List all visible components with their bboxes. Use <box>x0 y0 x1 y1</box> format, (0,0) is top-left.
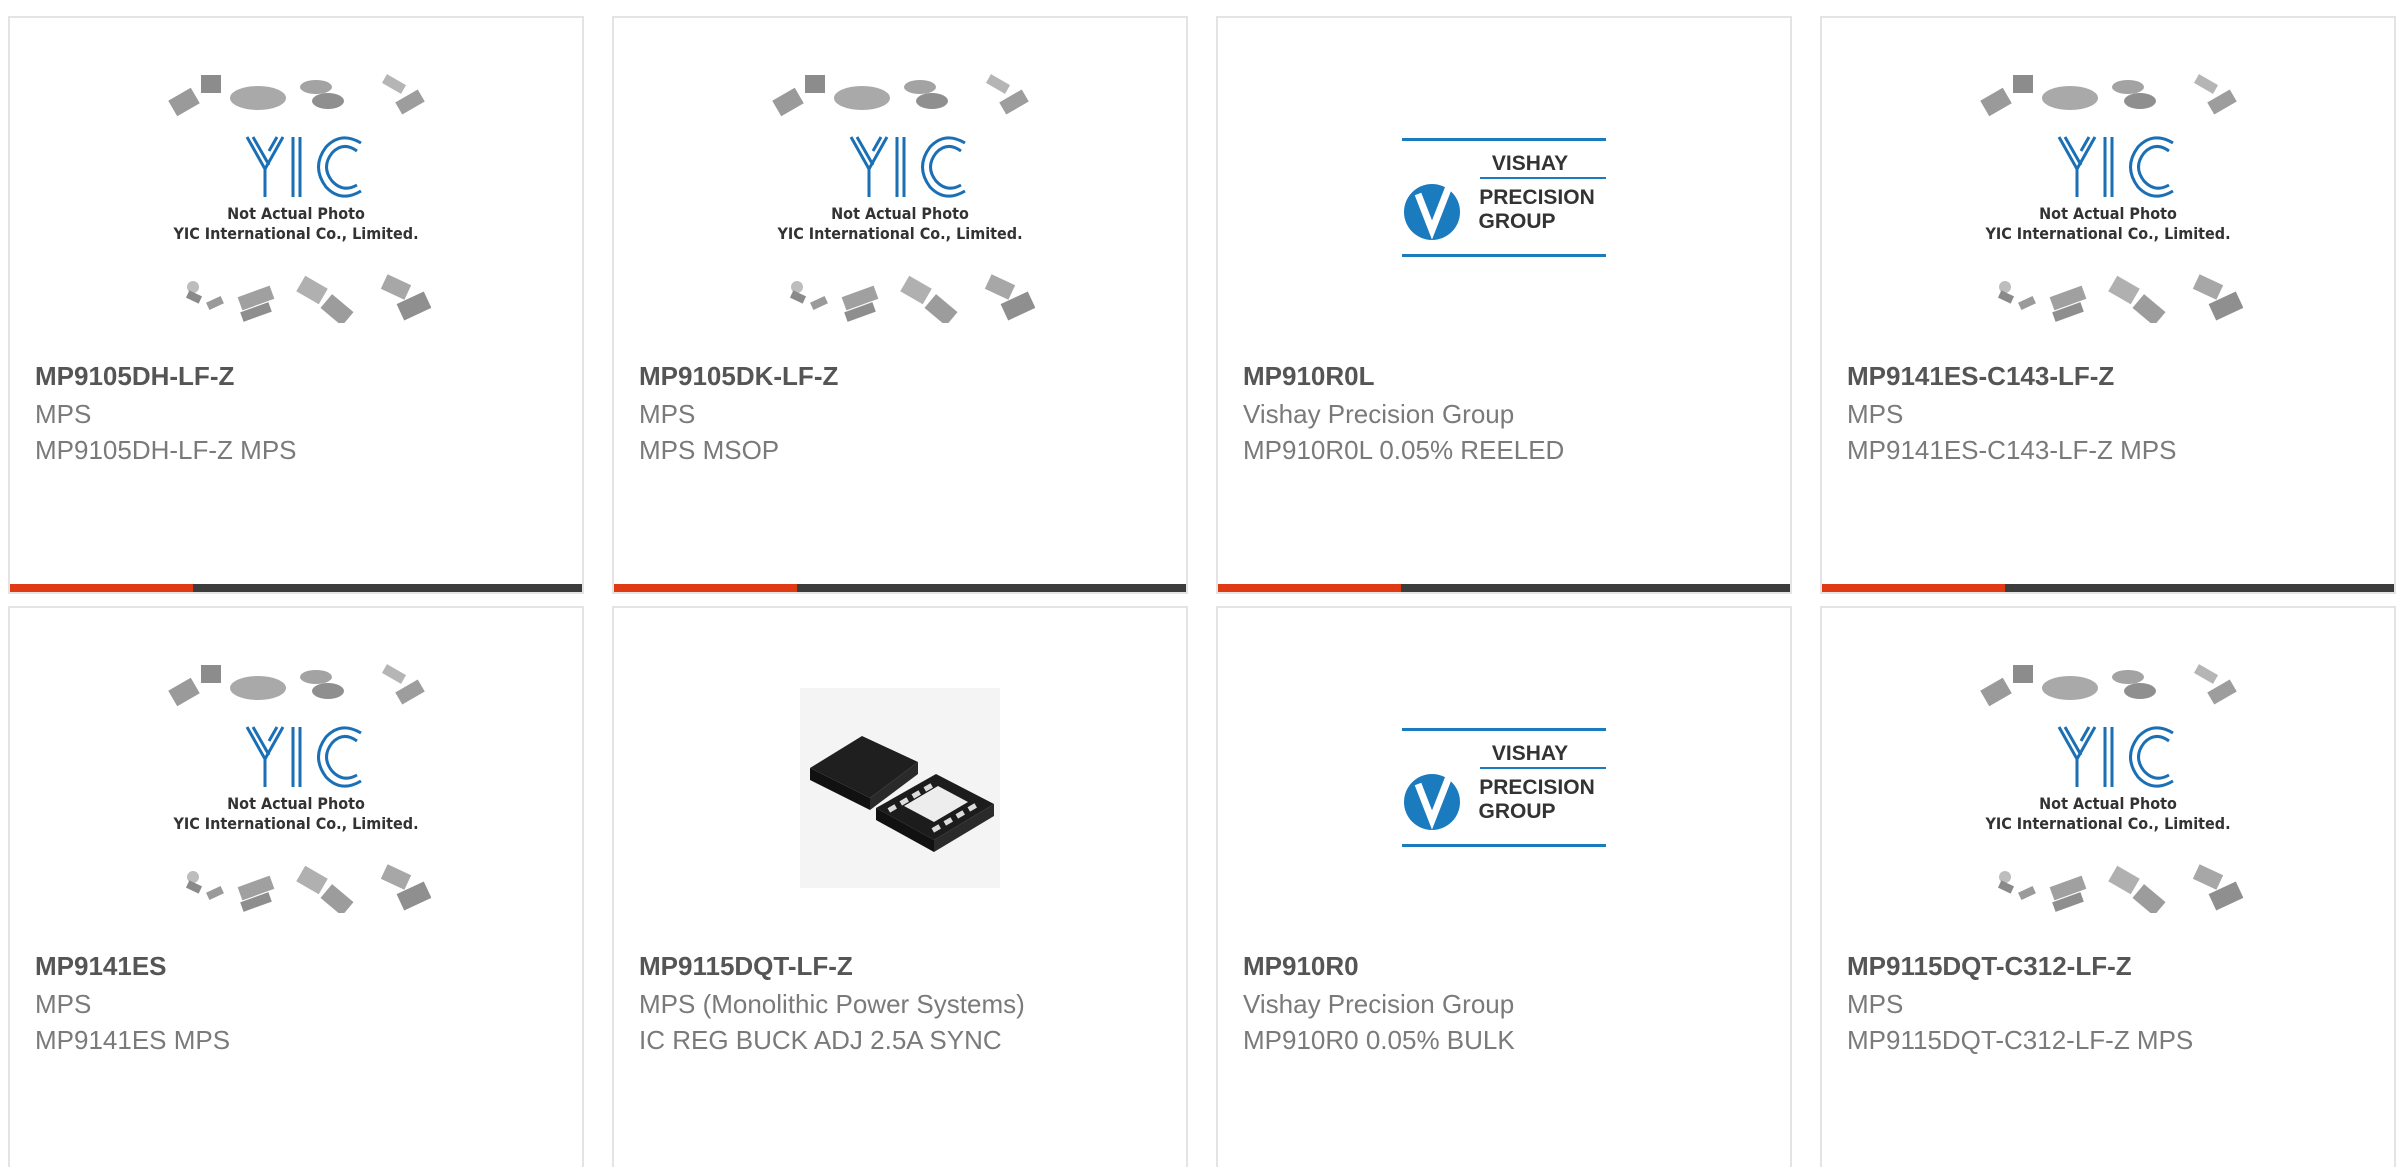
description: IC REG BUCK ADJ 2.5A SYNC <box>639 1025 1002 1055</box>
product-image[interactable]: Not Actual Photo YIC International Co., … <box>1822 74 2394 323</box>
part-number[interactable]: MP9105DK-LF-Z <box>639 361 838 392</box>
product-image[interactable] <box>614 668 1186 908</box>
yic-placeholder-icon: Not Actual Photo YIC International Co., … <box>168 74 431 323</box>
yic-placeholder-icon: Not Actual Photo YIC International Co., … <box>1980 664 2243 913</box>
progress-bar <box>1822 584 2394 592</box>
manufacturer: MPS (Monolithic Power Systems) <box>639 989 1025 1019</box>
svg-text:GROUP: GROUP <box>1478 800 1555 823</box>
svg-text:YIC International Co., Limited: YIC International Co., Limited. <box>776 224 1022 243</box>
manufacturer: MPS <box>35 989 92 1019</box>
progress-fill <box>10 584 194 592</box>
svg-text:Not Actual Photo: Not Actual Photo <box>2039 794 2177 813</box>
product-image[interactable]: Not Actual Photo YIC International Co., … <box>10 664 582 913</box>
svg-text:VISHAY: VISHAY <box>1492 152 1568 175</box>
yic-placeholder-icon: Not Actual Photo YIC International Co., … <box>168 664 431 913</box>
product-card[interactable]: VISHAY PRECISION GROUP MP910R0 Vishay Pr… <box>1216 606 1792 1167</box>
product-card[interactable]: Not Actual Photo YIC International Co., … <box>1820 16 2396 594</box>
product-card[interactable]: Not Actual Photo YIC International Co., … <box>8 16 584 594</box>
product-card[interactable]: Not Actual Photo YIC International Co., … <box>8 606 584 1167</box>
manufacturer: Vishay Precision Group <box>1243 399 1515 429</box>
progress-fill <box>614 584 798 592</box>
svg-text:PRECISION: PRECISION <box>1479 776 1595 799</box>
product-image[interactable]: Not Actual Photo YIC International Co., … <box>10 74 582 323</box>
manufacturer: Vishay Precision Group <box>1243 989 1515 1019</box>
description: MP910R0 0.05% BULK <box>1243 1025 1515 1055</box>
svg-text:Not Actual Photo: Not Actual Photo <box>227 204 365 223</box>
part-number[interactable]: MP9105DH-LF-Z <box>35 361 234 392</box>
progress-fill <box>1218 584 1402 592</box>
manufacturer: MPS <box>1847 399 1904 429</box>
svg-text:Not Actual Photo: Not Actual Photo <box>831 204 969 223</box>
manufacturer: MPS <box>639 399 696 429</box>
part-number[interactable]: MP9141ES-C143-LF-Z <box>1847 361 2114 392</box>
product-image[interactable]: VISHAY PRECISION GROUP <box>1218 668 1790 908</box>
product-card[interactable]: VISHAY PRECISION GROUP MP910R0L Vishay P… <box>1216 16 1792 594</box>
part-number[interactable]: MP9141ES <box>35 951 167 982</box>
part-number[interactable]: MP9115DQT-C312-LF-Z <box>1847 951 2132 982</box>
product-image[interactable]: Not Actual Photo YIC International Co., … <box>614 74 1186 323</box>
product-image[interactable]: Not Actual Photo YIC International Co., … <box>1822 664 2394 913</box>
qfn-chip-icon <box>800 688 1000 888</box>
yic-placeholder-icon: Not Actual Photo YIC International Co., … <box>772 74 1035 323</box>
vishay-logo-icon: VISHAY PRECISION GROUP <box>1402 728 1606 847</box>
manufacturer: MPS <box>35 399 92 429</box>
description: MP9115DQT-C312-LF-Z MPS <box>1847 1025 2194 1055</box>
product-grid: Not Actual Photo YIC International Co., … <box>0 0 2400 1167</box>
svg-text:PRECISION: PRECISION <box>1479 186 1595 209</box>
svg-text:YIC International Co., Limited: YIC International Co., Limited. <box>1984 814 2230 833</box>
part-number[interactable]: MP9115DQT-LF-Z <box>639 951 853 982</box>
description: MP9141ES MPS <box>35 1025 231 1055</box>
product-card[interactable]: Not Actual Photo YIC International Co., … <box>1820 606 2396 1167</box>
description: MP9141ES-C143-LF-Z MPS <box>1847 435 2177 465</box>
progress-fill <box>1822 584 2006 592</box>
description: MPS MSOP <box>639 435 780 465</box>
progress-bar <box>614 584 1186 592</box>
product-card[interactable]: MP9115DQT-LF-Z MPS (Monolithic Power Sys… <box>612 606 1188 1167</box>
part-number[interactable]: MP910R0 <box>1243 951 1359 982</box>
description: MP9105DH-LF-Z MPS <box>35 435 297 465</box>
manufacturer: MPS <box>1847 989 1904 1019</box>
product-card[interactable]: Not Actual Photo YIC International Co., … <box>612 16 1188 594</box>
svg-text:VISHAY: VISHAY <box>1492 742 1568 765</box>
progress-bar <box>1218 584 1790 592</box>
product-image[interactable]: VISHAY PRECISION GROUP <box>1218 78 1790 318</box>
vishay-logo-icon: VISHAY PRECISION GROUP <box>1402 138 1606 257</box>
svg-text:Not Actual Photo: Not Actual Photo <box>227 794 365 813</box>
svg-text:GROUP: GROUP <box>1478 210 1555 233</box>
svg-text:YIC International Co., Limited: YIC International Co., Limited. <box>1984 224 2230 243</box>
yic-placeholder-icon: Not Actual Photo YIC International Co., … <box>1980 74 2243 323</box>
svg-text:YIC International Co., Limited: YIC International Co., Limited. <box>172 814 418 833</box>
svg-text:YIC International Co., Limited: YIC International Co., Limited. <box>172 224 418 243</box>
part-number[interactable]: MP910R0L <box>1243 361 1375 392</box>
svg-text:Not Actual Photo: Not Actual Photo <box>2039 204 2177 223</box>
description: MP910R0L 0.05% REELED <box>1243 435 1565 465</box>
progress-bar <box>10 584 582 592</box>
